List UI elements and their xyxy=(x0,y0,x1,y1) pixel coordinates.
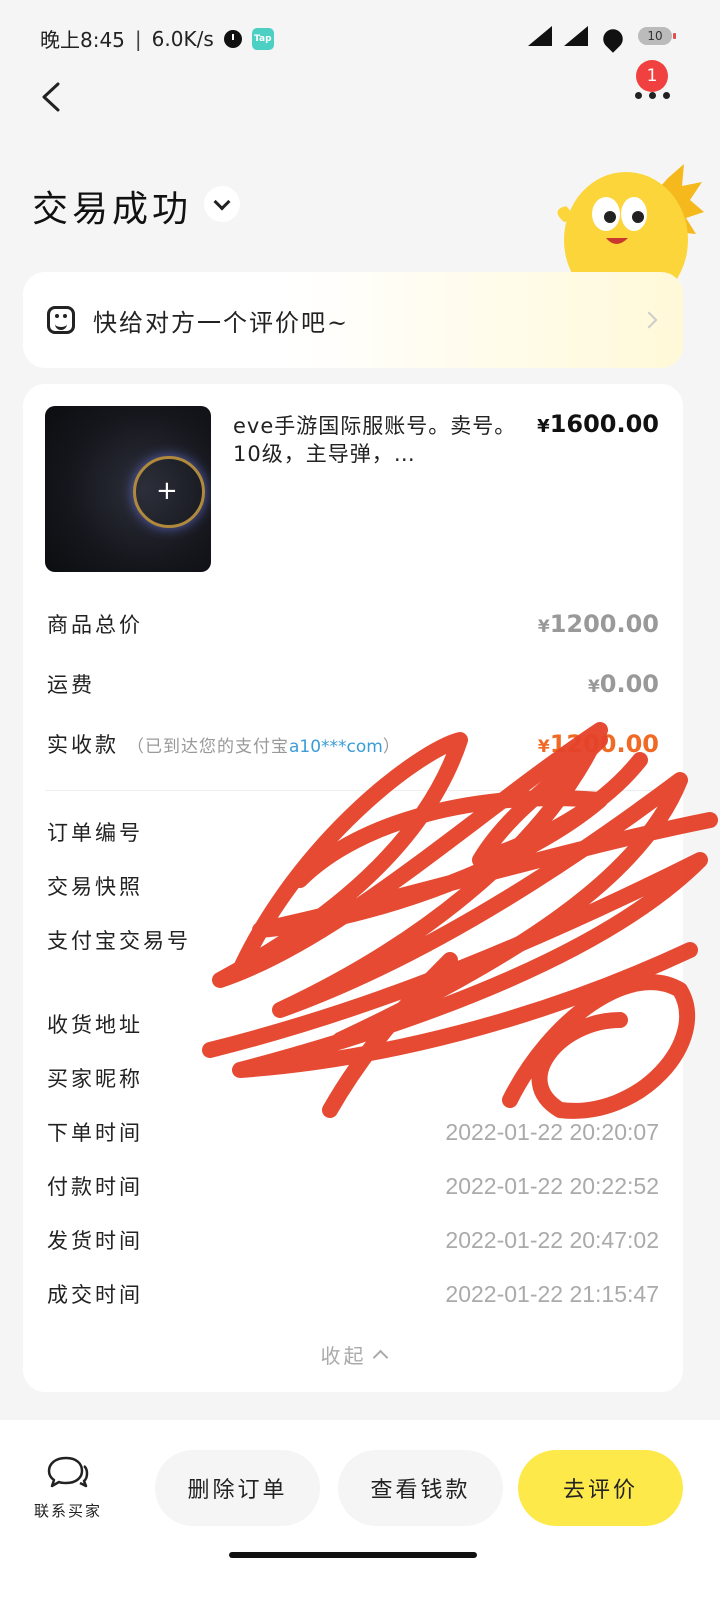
network-speed: 6.0K/s xyxy=(151,26,214,51)
trade-snapshot-row[interactable]: 交易快照 xyxy=(47,868,659,904)
write-review-button[interactable]: 去评价 xyxy=(518,1450,683,1526)
received-amount-note: （已到达您的支付宝a10***com） xyxy=(127,736,401,757)
chevron-right-icon xyxy=(640,311,658,329)
order-time-value: 2022-01-22 20:20:07 xyxy=(445,1118,659,1145)
back-arrow-icon[interactable] xyxy=(38,82,68,112)
order-time-label: 下单时间 xyxy=(47,1121,143,1145)
review-prompt-card[interactable]: 快给对方一个评价吧~ xyxy=(23,272,683,368)
view-payment-button[interactable]: 查看钱款 xyxy=(338,1450,503,1526)
order-number-label: 订单编号 xyxy=(47,821,143,845)
order-number-row: 订单编号 xyxy=(47,814,659,850)
status-bar: 晚上8:45 | 6.0K/s Tap 10 xyxy=(0,0,720,70)
signal-icon xyxy=(528,26,552,46)
delete-order-button[interactable]: 删除订单 xyxy=(155,1450,320,1526)
deal-time-value: 2022-01-22 21:15:47 xyxy=(445,1280,659,1307)
home-indicator[interactable] xyxy=(229,1552,477,1558)
chat-bubble-icon xyxy=(47,1456,89,1488)
title-dropdown-button[interactable] xyxy=(204,186,240,222)
chevron-down-icon xyxy=(213,193,231,210)
buyer-nickname-row: 买家昵称 xyxy=(47,1060,659,1096)
goods-total-row: 商品总价 ¥1200.00 xyxy=(47,606,659,642)
collapse-label: 收起 xyxy=(320,1344,367,1368)
shipping-time-value: 2022-01-22 20:47:02 xyxy=(445,1226,659,1253)
notification-badge: 1 xyxy=(636,60,668,92)
wifi-icon xyxy=(600,26,626,46)
alipay-trade-number-label: 支付宝交易号 xyxy=(47,929,191,953)
shipping-address-row: 收货地址 xyxy=(47,1006,659,1042)
smile-face-icon xyxy=(47,306,75,334)
goods-total-label: 商品总价 xyxy=(47,613,143,637)
thumbnail-plus-graphic: + xyxy=(156,476,178,506)
review-prompt-text: 快给对方一个评价吧~ xyxy=(93,308,350,337)
product-thumbnail[interactable]: + xyxy=(45,406,211,572)
battery-icon: 10 xyxy=(638,27,676,45)
product-title[interactable]: eve手游国际服账号。卖号。10级，主导弹，… xyxy=(233,412,523,468)
received-amount-row: 实收款 （已到达您的支付宝a10***com） ¥1200.00 xyxy=(47,726,659,762)
collapse-button[interactable]: 收起 xyxy=(23,1340,683,1369)
taptap-app-icon: Tap xyxy=(251,27,274,50)
received-amount-label: 实收款 xyxy=(47,733,119,757)
trade-snapshot-label: 交易快照 xyxy=(47,875,143,899)
shipping-time-label: 发货时间 xyxy=(47,1229,143,1253)
alarm-icon xyxy=(223,29,242,48)
payment-time-label: 付款时间 xyxy=(47,1175,143,1199)
goods-total-value: ¥1200.00 xyxy=(537,610,659,638)
status-time: 晚上8:45 xyxy=(40,28,125,52)
price-value: 1600.00 xyxy=(549,410,659,438)
page-title: 交易成功 xyxy=(32,189,193,230)
shipping-fee-label: 运费 xyxy=(47,673,95,697)
contact-buyer-button[interactable]: 联系买家 xyxy=(28,1454,108,1521)
product-price: ¥1600.00 xyxy=(537,410,659,438)
price-currency: ¥ xyxy=(537,416,550,437)
signal-icon-2 xyxy=(564,26,588,46)
contact-buyer-label: 联系买家 xyxy=(33,1502,102,1520)
shipping-fee-value: ¥0.00 xyxy=(587,670,659,698)
fish-mascot-icon xyxy=(557,164,704,280)
shipping-time-row: 发货时间 2022-01-22 20:47:02 xyxy=(47,1222,659,1258)
order-time-row: 下单时间 2022-01-22 20:20:07 xyxy=(47,1114,659,1150)
order-details-card: + eve手游国际服账号。卖号。10级，主导弹，… ¥1600.00 商品总价 … xyxy=(23,384,683,1392)
payment-time-row: 付款时间 2022-01-22 20:22:52 xyxy=(47,1168,659,1204)
divider xyxy=(45,790,661,791)
status-separator: | xyxy=(134,26,142,51)
received-amount-value: ¥1200.00 xyxy=(537,730,659,758)
alipay-account: a10***com xyxy=(289,736,383,757)
payment-time-value: 2022-01-22 20:22:52 xyxy=(445,1172,659,1199)
shipping-address-label: 收货地址 xyxy=(47,1013,143,1037)
chevron-up-icon xyxy=(372,1349,388,1366)
buyer-nickname-label: 买家昵称 xyxy=(47,1067,143,1091)
deal-time-label: 成交时间 xyxy=(47,1283,143,1307)
deal-time-row: 成交时间 2022-01-22 21:15:47 xyxy=(47,1276,659,1312)
bottom-action-bar: 联系买家 删除订单 查看钱款 去评价 xyxy=(0,1420,720,1600)
more-options-icon[interactable] xyxy=(635,92,670,99)
shipping-fee-row: 运费 ¥0.00 xyxy=(47,666,659,702)
alipay-trade-number-row: 支付宝交易号 xyxy=(47,922,659,958)
